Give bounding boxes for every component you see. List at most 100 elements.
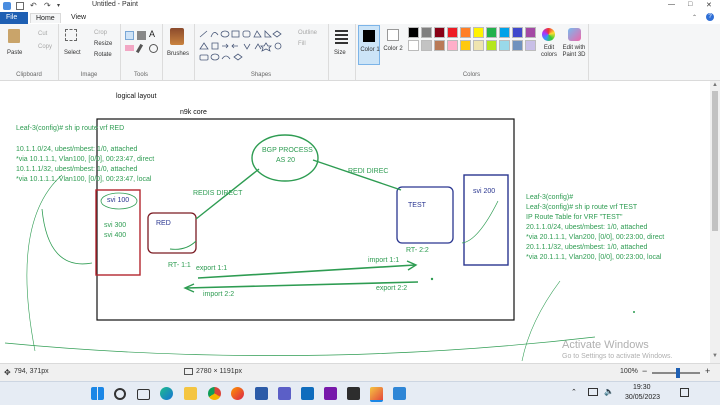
palette-swatch[interactable] xyxy=(447,40,458,51)
teams-icon[interactable] xyxy=(278,387,291,400)
palette-swatch[interactable] xyxy=(499,40,510,51)
color1-selector[interactable]: Color 1 xyxy=(358,25,380,65)
customize-toolbar-icon[interactable]: ▾ xyxy=(57,2,65,10)
taskbar: ⌃ 🔈 19:30 30/05/2023 xyxy=(0,381,720,405)
pencil-icon[interactable] xyxy=(125,31,134,40)
zoom-in-button[interactable]: + xyxy=(705,366,710,376)
zoom-slider-thumb[interactable] xyxy=(676,368,680,378)
notification-icon[interactable] xyxy=(680,388,689,397)
copy-button[interactable]: Copy xyxy=(38,44,52,50)
brush-icon[interactable] xyxy=(170,28,184,45)
crop-button[interactable]: Crop xyxy=(94,30,107,36)
vertical-scrollbar[interactable]: ▲ ▼ xyxy=(710,81,720,363)
magnifier-icon[interactable] xyxy=(149,44,158,53)
maximize-button[interactable]: □ xyxy=(688,1,692,8)
tab-home[interactable]: Home xyxy=(30,13,61,23)
fill-dropdown[interactable]: Fill xyxy=(298,41,306,47)
scroll-thumb[interactable] xyxy=(712,91,718,231)
tab-view[interactable]: View xyxy=(66,13,91,22)
cli-line: IP Route Table for VRF "TEST" xyxy=(526,214,623,221)
shapes-group: Outline Fill Shapes xyxy=(194,24,329,80)
palette-swatch[interactable] xyxy=(460,40,471,51)
remote-desktop-icon[interactable] xyxy=(393,387,406,400)
palette-swatch[interactable] xyxy=(525,27,536,38)
palette-swatch[interactable] xyxy=(486,27,497,38)
select-icon[interactable] xyxy=(65,29,77,41)
file-explorer-icon[interactable] xyxy=(184,387,197,400)
as20-label: AS 20 xyxy=(276,157,296,164)
edge-browser-icon[interactable] xyxy=(160,387,173,400)
colors-group: Color 1 Color 2 Edit colors Edit with Pa… xyxy=(355,24,589,80)
rotate-button[interactable]: Rotate xyxy=(94,52,112,58)
task-view-icon[interactable] xyxy=(137,389,150,400)
shapes-label: Shapes xyxy=(250,72,272,78)
terminal-icon[interactable] xyxy=(347,387,360,400)
activation-watermark-title: Activate Windows xyxy=(562,339,649,351)
palette-swatch[interactable] xyxy=(486,40,497,51)
clock-time[interactable]: 19:30 xyxy=(633,384,651,391)
color-picker-icon[interactable] xyxy=(135,43,144,54)
tools-label: Tools xyxy=(133,72,148,78)
show-hidden-icons[interactable]: ⌃ xyxy=(571,388,577,396)
cursor-position-icon: ✥ xyxy=(4,368,11,377)
network-icon[interactable] xyxy=(588,388,598,396)
paste-icon[interactable] xyxy=(8,29,20,43)
palette-swatch[interactable] xyxy=(434,40,445,51)
brushes-button[interactable]: Brushes xyxy=(167,51,189,57)
start-button-icon[interactable] xyxy=(91,387,104,400)
palette-swatch[interactable] xyxy=(447,27,458,38)
palette-swatch[interactable] xyxy=(512,40,523,51)
volume-icon[interactable]: 🔈 xyxy=(604,387,614,396)
palette-swatch[interactable] xyxy=(473,27,484,38)
eraser-icon[interactable] xyxy=(125,45,134,51)
outline-dropdown[interactable]: Outline xyxy=(298,30,317,36)
fill-icon[interactable] xyxy=(137,31,146,40)
paint-taskbar-icon[interactable] xyxy=(370,387,383,402)
zoom-out-button[interactable]: − xyxy=(642,366,647,376)
size-lines-icon[interactable] xyxy=(335,30,348,44)
clipboard-label: Clipboard xyxy=(16,72,42,78)
undo-icon[interactable]: ↶ xyxy=(30,2,38,10)
resize-button[interactable]: Resize xyxy=(94,41,112,47)
palette-swatch[interactable] xyxy=(525,40,536,51)
minimize-button[interactable]: — xyxy=(668,1,675,8)
color2-selector[interactable]: Color 2 xyxy=(382,25,404,65)
select-button[interactable]: Select xyxy=(64,50,81,56)
palette-swatch[interactable] xyxy=(434,27,445,38)
palette-swatch[interactable] xyxy=(421,40,432,51)
canvas-size: 2780 × 1191px xyxy=(196,368,242,375)
clock-date[interactable]: 30/05/2023 xyxy=(625,394,660,401)
onenote-icon[interactable] xyxy=(324,387,337,400)
help-icon[interactable]: ? xyxy=(706,13,714,21)
palette-swatch[interactable] xyxy=(499,27,510,38)
cut-button[interactable]: Cut xyxy=(38,31,47,37)
red-to-svi-curve xyxy=(169,240,197,250)
store-icon[interactable] xyxy=(255,387,268,400)
svi300-label: svi 300 xyxy=(104,222,127,229)
text-icon[interactable]: A xyxy=(149,29,155,39)
palette-swatch[interactable] xyxy=(460,27,471,38)
redo-icon[interactable]: ↷ xyxy=(44,2,52,10)
palette-swatch[interactable] xyxy=(421,27,432,38)
firefox-icon[interactable] xyxy=(231,387,244,400)
cli-line: Leaf-3(config)# sh ip route vrf RED xyxy=(16,125,125,132)
drawing-canvas[interactable]: logical layout n9k core BGP PROCESS AS 2… xyxy=(0,81,714,363)
scroll-up-icon[interactable]: ▲ xyxy=(712,82,718,88)
close-button[interactable]: ✕ xyxy=(706,1,712,9)
palette-swatch[interactable] xyxy=(408,27,419,38)
shapes-gallery[interactable] xyxy=(198,29,290,63)
size-button[interactable]: Size xyxy=(334,50,346,56)
edit-with-paint3d-label: Edit with Paint 3D xyxy=(562,45,586,58)
chrome-icon[interactable] xyxy=(208,387,221,400)
scroll-down-icon[interactable]: ▼ xyxy=(712,353,718,359)
outlook-icon[interactable] xyxy=(301,387,314,400)
save-icon[interactable] xyxy=(16,2,24,10)
collapse-ribbon-icon[interactable]: ⌃ xyxy=(692,14,697,21)
palette-swatch[interactable] xyxy=(512,27,523,38)
palette-swatch[interactable] xyxy=(408,40,419,51)
tab-file[interactable]: File xyxy=(0,12,28,24)
search-icon[interactable] xyxy=(114,388,126,400)
paste-button[interactable]: Paste xyxy=(7,50,22,56)
color1-swatch xyxy=(363,30,375,42)
palette-swatch[interactable] xyxy=(473,40,484,51)
